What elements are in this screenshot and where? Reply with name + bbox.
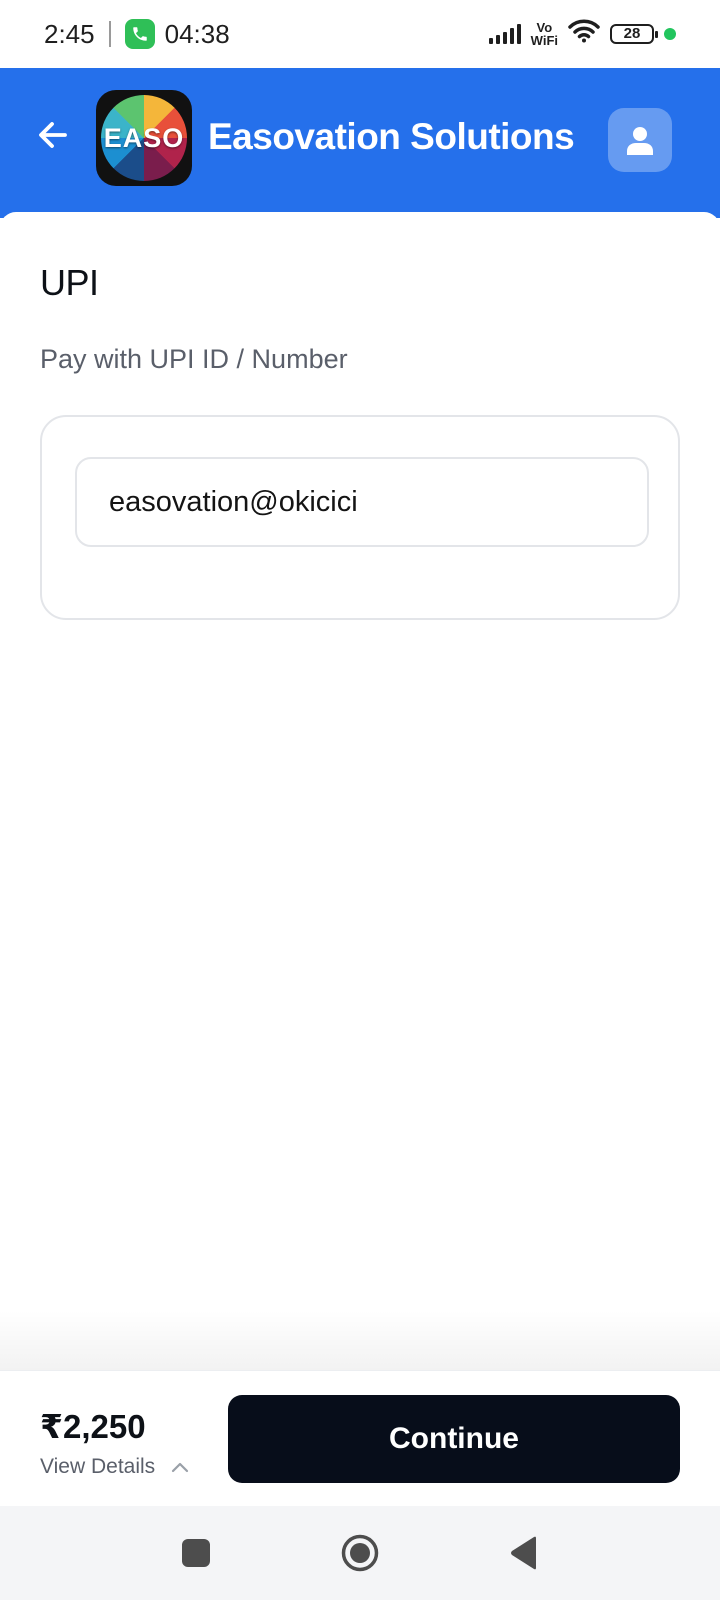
payment-amount: ₹2,250 (40, 1408, 146, 1445)
home-button[interactable] (338, 1531, 382, 1575)
system-back-button[interactable] (502, 1531, 546, 1575)
status-bar: 2:45 04:38 Vo WiFi 28 (0, 0, 720, 68)
vowifi-bottom-label: WiFi (530, 33, 558, 48)
vowifi-indicator: Vo WiFi (531, 21, 558, 47)
system-nav-bar (0, 1506, 720, 1600)
status-left: 2:45 04:38 (44, 19, 230, 50)
logo-emblem: EASO (101, 95, 187, 181)
phone-call-icon[interactable] (124, 19, 155, 49)
bottom-bar-shadow (0, 1310, 720, 1370)
view-details-label: View Details (40, 1455, 156, 1478)
call-timer: 04:38 (164, 18, 230, 49)
status-separator (108, 21, 111, 47)
app-header: EASO Easovation Solutions (0, 68, 720, 218)
arrow-left-icon (39, 122, 67, 148)
upi-input-card (40, 415, 680, 620)
recents-button[interactable] (174, 1531, 218, 1575)
triangle-back-icon (511, 1536, 536, 1570)
wifi-icon (568, 19, 600, 50)
profile-button[interactable] (608, 108, 672, 172)
merchant-name: Easovation Solutions (208, 116, 575, 157)
upi-id-input[interactable] (75, 457, 649, 547)
section-subtitle: Pay with UPI ID / Number (40, 344, 348, 374)
merchant-logo: EASO (96, 90, 192, 186)
status-time: 2:45 (44, 18, 95, 49)
privacy-indicator-dot (664, 28, 676, 40)
logo-text: EASO (103, 122, 185, 153)
chevron-up-icon (172, 1462, 189, 1473)
continue-button[interactable]: Continue (228, 1395, 680, 1483)
payment-content: UPI Pay with UPI ID / Number (0, 212, 720, 1372)
upi-payment-screen: 2:45 04:38 Vo WiFi 28 EASO Easovation So… (0, 0, 720, 1600)
bottom-action-bar: ₹2,250 View Details Continue (0, 1370, 720, 1506)
circle-icon (341, 1534, 379, 1572)
section-title: UPI (40, 262, 99, 303)
back-button[interactable] (30, 112, 76, 158)
square-icon (182, 1539, 210, 1567)
view-details-toggle[interactable]: View Details (40, 1455, 189, 1479)
cellular-signal-icon (488, 24, 521, 44)
user-icon (627, 127, 653, 155)
status-right: Vo WiFi 28 (488, 19, 676, 50)
battery-icon: 28 (610, 24, 658, 44)
